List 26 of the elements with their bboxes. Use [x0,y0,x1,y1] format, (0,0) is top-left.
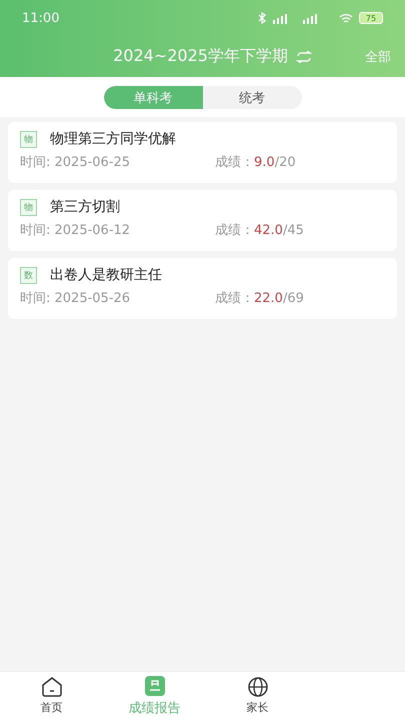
battery-icon: 75 [359,12,383,24]
exam-card[interactable]: 物 第三方切割 时间: 2025-06-12 成绩：42.0/45 [8,190,397,251]
tab-bar-item[interactable]: 首页 [0,672,103,720]
exam-date: 时间: 2025-06-12 [20,222,132,239]
exam-score: 成绩：9.0/20 [215,154,297,171]
exam-card[interactable]: 物 物理第三方同学优解 时间: 2025-06-25 成绩：9.0/20 [8,122,397,183]
bluetooth-icon [257,12,267,24]
tab-bar-item[interactable]: 家长 [206,672,309,720]
exam-title: 出卷人是教研主任 [50,266,162,284]
subject-tag: 物 [20,130,37,148]
globe-icon [246,677,268,697]
exam-title: 物理第三方同学优解 [50,130,176,148]
switch-icon[interactable] [296,50,312,62]
report-icon [144,676,166,696]
subject-tag: 物 [20,198,37,216]
home-icon [40,677,62,697]
wifi-icon [339,12,353,24]
exam-card[interactable]: 数 出卷人是教研主任 时间: 2025-05-26 成绩：22.0/69 [8,258,397,319]
status-time: 11:00 [22,10,60,26]
segment-tab[interactable]: 统考 [202,86,302,109]
subject-tag: 数 [20,266,37,284]
exam-title: 第三方切割 [50,198,120,216]
exam-score: 成绩：22.0/69 [215,290,305,307]
exam-score: 成绩：42.0/45 [215,222,305,239]
exam-date: 时间: 2025-06-25 [20,154,132,171]
exam-date: 时间: 2025-05-26 [20,290,132,307]
